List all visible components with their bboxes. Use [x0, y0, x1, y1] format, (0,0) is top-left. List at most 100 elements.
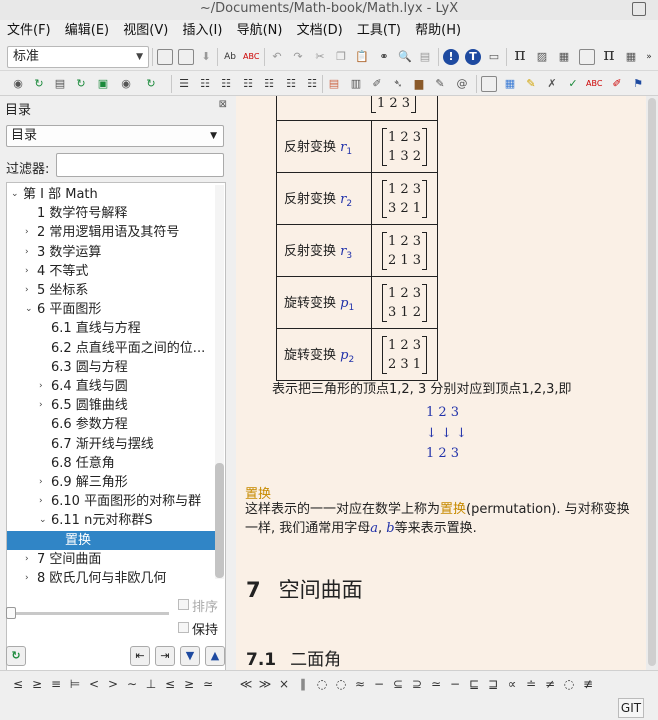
chevron-right-icon[interactable]: › [39, 473, 43, 492]
insert-citation-icon[interactable]: ▆ [411, 76, 427, 92]
demote-button[interactable]: ⇥ [155, 646, 175, 666]
highlight-icon[interactable]: ✎ [523, 76, 539, 92]
list-enumerate-icon[interactable]: ☷ [218, 76, 234, 92]
math-symbol-button[interactable]: ⊆ [390, 671, 406, 696]
math-symbol-button[interactable]: ∝ [504, 671, 520, 696]
math-symbol-button[interactable]: ≃ [200, 671, 216, 696]
tree-item[interactable]: › 4 不等式 [7, 262, 215, 281]
insert-figure-icon[interactable]: ▨ [534, 49, 550, 65]
insert-label-icon[interactable]: ✐ [369, 76, 385, 92]
window-restore-button[interactable] [632, 2, 646, 16]
new-file-icon[interactable] [157, 49, 173, 65]
chevron-right-icon[interactable]: › [25, 262, 29, 281]
tree-item[interactable]: 6.3 圆与方程 [7, 358, 215, 377]
paragraph-style-select[interactable]: 标准 ▼ [7, 46, 149, 68]
view-other-icon[interactable]: ◉ [118, 76, 134, 92]
math-symbol-button[interactable]: ≐ [523, 671, 539, 696]
insert-ert-icon[interactable]: ▦ [502, 76, 518, 92]
undo-icon[interactable]: ↶ [269, 49, 285, 65]
reject-change-icon[interactable]: ABC [586, 76, 602, 92]
math-symbol-button[interactable]: ≡ [48, 671, 64, 696]
paste-icon[interactable]: 📋 [354, 49, 370, 65]
math-symbol-button[interactable]: ≪ [238, 671, 254, 696]
view-master-icon[interactable]: ▤ [52, 76, 68, 92]
math-symbol-button[interactable]: ≥ [29, 671, 45, 696]
tree-item[interactable]: › 2 常用逻辑用语及其符号 [7, 223, 215, 242]
merge-icon[interactable]: ⚑ [630, 76, 646, 92]
math-symbol-button[interactable]: ≠ [542, 671, 558, 696]
open-file-icon[interactable] [178, 49, 194, 65]
math-symbol-button[interactable]: ≃ [428, 671, 444, 696]
tree-item[interactable]: 6.7 渐开线与摆线 [7, 435, 215, 454]
menu-insert[interactable]: 插入(I) [179, 20, 225, 42]
promote-button[interactable]: ⇤ [130, 646, 150, 666]
math-symbol-button[interactable]: × [276, 671, 292, 696]
chevron-right-icon[interactable]: › [25, 281, 29, 300]
menu-edit[interactable]: 编辑(E) [62, 20, 112, 42]
chevron-right-icon[interactable]: › [39, 396, 43, 415]
math-symbol-button[interactable]: ⊇ [409, 671, 425, 696]
move-down-button[interactable]: ▼ [180, 646, 200, 666]
menu-view[interactable]: 视图(V) [120, 20, 171, 42]
chevron-right-icon[interactable]: › [39, 377, 43, 396]
math-symbol-button[interactable]: ⊑ [466, 671, 482, 696]
insert-note-icon[interactable] [481, 76, 497, 92]
tree-item[interactable]: ⌄ 6.11 n元对称群S [7, 511, 215, 530]
menu-help[interactable]: 帮助(H) [412, 20, 464, 42]
insert-index-icon[interactable]: ✎ [432, 76, 448, 92]
toolbar-overflow-icon[interactable]: » [641, 49, 657, 65]
tree-item[interactable]: › 3 数学运算 [7, 243, 215, 262]
update-icon[interactable]: ↻ [31, 76, 47, 92]
sort-checkbox[interactable] [178, 599, 189, 610]
menu-document[interactable]: 文档(D) [294, 20, 346, 42]
chevron-down-icon[interactable]: ⌄ [39, 511, 47, 530]
menu-navigate[interactable]: 导航(N) [234, 20, 286, 42]
math-panel-icon[interactable]: π [601, 47, 617, 64]
insert-reference-icon[interactable]: ➴ [390, 76, 406, 92]
spellcheck-continuous-icon[interactable]: ABC [243, 49, 259, 65]
tree-item[interactable]: › 7 空间曲面 [7, 550, 215, 569]
save-icon[interactable]: ⬇ [198, 49, 214, 65]
tree-item[interactable]: 6.2 点直线平面之间的位... [7, 339, 215, 358]
tree-item[interactable]: ⌄ 第 I 部 Math [7, 185, 215, 204]
tree-item[interactable]: › 8 欧氏几何与非欧几何 [7, 569, 215, 588]
insert-table-icon[interactable]: ▦ [556, 49, 572, 65]
outline-scrollbar-thumb[interactable] [215, 463, 224, 578]
document-view[interactable]: 1 2 3 反射变换 r1 1 2 31 3 2 反射变换 r2 1 2 33 2 1… [236, 96, 646, 670]
depth-slider-handle[interactable] [6, 607, 16, 619]
math-symbol-button[interactable]: > [105, 671, 121, 696]
chevron-down-icon[interactable]: ⌄ [11, 185, 19, 204]
update-other-icon[interactable]: ↻ [143, 76, 159, 92]
insert-graphics-icon[interactable]: ▤ [326, 76, 342, 92]
export-icon[interactable]: ▣ [95, 76, 111, 92]
update-master-icon[interactable]: ↻ [73, 76, 89, 92]
math-symbol-button[interactable]: ⊨ [67, 671, 83, 696]
copy-icon[interactable]: ❐ [333, 49, 349, 65]
math-symbol-button[interactable]: ≢ [580, 671, 596, 696]
math-symbol-button[interactable]: ◌ [333, 671, 349, 696]
math-symbol-button[interactable]: ⊥ [143, 671, 159, 696]
math-symbol-button[interactable]: ◌ [314, 671, 330, 696]
math-symbol-button[interactable]: ∼ [124, 671, 140, 696]
update-outline-button[interactable]: ↻ [6, 646, 26, 666]
track-changes-icon[interactable]: ▤ [417, 49, 433, 65]
label-icon[interactable]: ▭ [486, 49, 502, 65]
footnote-icon[interactable]: T [465, 49, 481, 65]
list-itemize-icon[interactable]: ☷ [197, 76, 213, 92]
math-symbol-button[interactable]: ◌ [561, 671, 577, 696]
depth-icon[interactable]: ☷ [304, 76, 320, 92]
view-icon[interactable]: ◉ [10, 76, 26, 92]
tree-item[interactable]: › 6.4 直线与圆 [7, 377, 215, 396]
chevron-right-icon[interactable]: › [39, 492, 43, 511]
redo-icon[interactable]: ↷ [290, 49, 306, 65]
view-source-icon[interactable] [579, 49, 595, 65]
math-symbol-button[interactable]: ≫ [257, 671, 273, 696]
insert-url-icon[interactable]: @ [454, 76, 470, 92]
tree-item[interactable]: 6.6 参数方程 [7, 415, 215, 434]
tree-item[interactable]: ⌄ 6 平面图形 [7, 300, 215, 319]
table-panel-icon[interactable]: ▦ [623, 49, 639, 65]
tree-item[interactable]: › 6.9 解三角形 [7, 473, 215, 492]
spellcheck-icon[interactable]: Ab [222, 49, 238, 65]
depth-slider-track[interactable] [9, 612, 169, 615]
math-symbol-button[interactable]: − [371, 671, 387, 696]
